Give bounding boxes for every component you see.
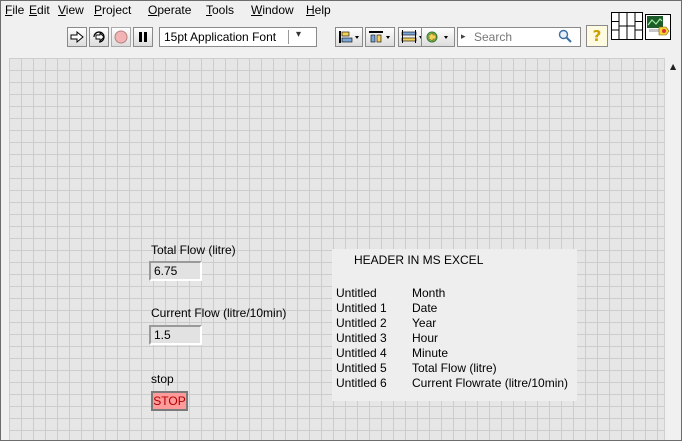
vi-icon[interactable] [645, 14, 671, 40]
reorder-button[interactable] [421, 27, 455, 47]
scroll-up-icon[interactable]: ▲ [670, 62, 676, 71]
font-select[interactable]: 15pt Application Font ▾ [159, 27, 317, 47]
pause-button[interactable] [133, 27, 153, 47]
menu-operate[interactable]: Operate [148, 3, 191, 17]
search-icon [558, 29, 572, 46]
menu-file[interactable]: File [5, 3, 24, 17]
header-table-title: HEADER IN MS EXCEL [354, 253, 484, 267]
table-row-value: Year [412, 316, 437, 330]
run-continuously-button[interactable] [89, 27, 109, 47]
total-flow-label: Total Flow (litre) [151, 243, 236, 257]
chevron-down-icon: ▾ [296, 29, 302, 40]
run-arrow-icon [70, 31, 84, 43]
connector-pane[interactable] [611, 12, 643, 40]
table-row-value: Total Flow (litre) [412, 361, 497, 375]
distribute-objects-icon [369, 31, 390, 43]
table-row-name: Untitled [336, 286, 377, 300]
menu-window[interactable]: Window [251, 3, 294, 17]
menu-tools[interactable]: Tools [206, 3, 234, 17]
current-flow-indicator: 1.5 [149, 325, 202, 345]
table-row-value: Date [412, 301, 438, 315]
menu-project[interactable]: Project [94, 3, 131, 17]
table-row-name: Untitled 1 [336, 301, 387, 315]
current-flow-label: Current Flow (litre/10min) [151, 306, 287, 320]
header-table: HEADER IN MS EXCEL Untitled Month Untitl… [332, 249, 577, 401]
table-row-value: Current Flowrate (litre/10min) [412, 376, 569, 390]
menu-edit[interactable]: Edit [29, 3, 50, 17]
vertical-scrollbar[interactable]: ▲ [664, 58, 681, 440]
stop-button[interactable]: STOP [151, 391, 188, 411]
run-continuously-icon [93, 31, 105, 43]
connector-pane-icon [612, 13, 642, 39]
labview-front-panel-window: File Edit View Project Operate Tools Win… [0, 0, 682, 441]
table-row-name: Untitled 6 [336, 376, 387, 390]
table-row-name: Untitled 5 [336, 361, 387, 375]
help-icon: ? [592, 27, 602, 45]
align-objects-button[interactable] [335, 27, 363, 47]
menu-help[interactable]: Help [306, 3, 331, 17]
table-row-value: Hour [412, 331, 439, 345]
table-row-name: Untitled 4 [336, 346, 387, 360]
search-scope-icon: ▸ [461, 31, 466, 41]
align-objects-icon [339, 31, 359, 43]
distribute-objects-button[interactable] [365, 27, 395, 47]
run-button[interactable] [67, 27, 87, 47]
toolbar: 15pt Application Font ▾ ▸ Search ? [1, 21, 608, 51]
pause-icon [139, 32, 147, 42]
table-row-name: Untitled 3 [336, 331, 387, 345]
search-input[interactable]: ▸ Search [457, 27, 581, 47]
total-flow-indicator: 6.75 [149, 261, 202, 281]
labview-vi-icon [647, 16, 670, 36]
abort-icon [114, 30, 128, 44]
menu-view[interactable]: View [58, 3, 84, 17]
stop-label: stop [151, 372, 174, 386]
table-row-value: Month [412, 286, 446, 300]
table-row-value: Minute [412, 346, 449, 360]
abort-button[interactable] [111, 27, 131, 47]
reorder-icon [426, 31, 448, 43]
menu-bar: File Edit View Project Operate Tools Win… [1, 1, 606, 20]
table-row-name: Untitled 2 [336, 316, 387, 330]
help-button[interactable]: ? [586, 25, 608, 47]
